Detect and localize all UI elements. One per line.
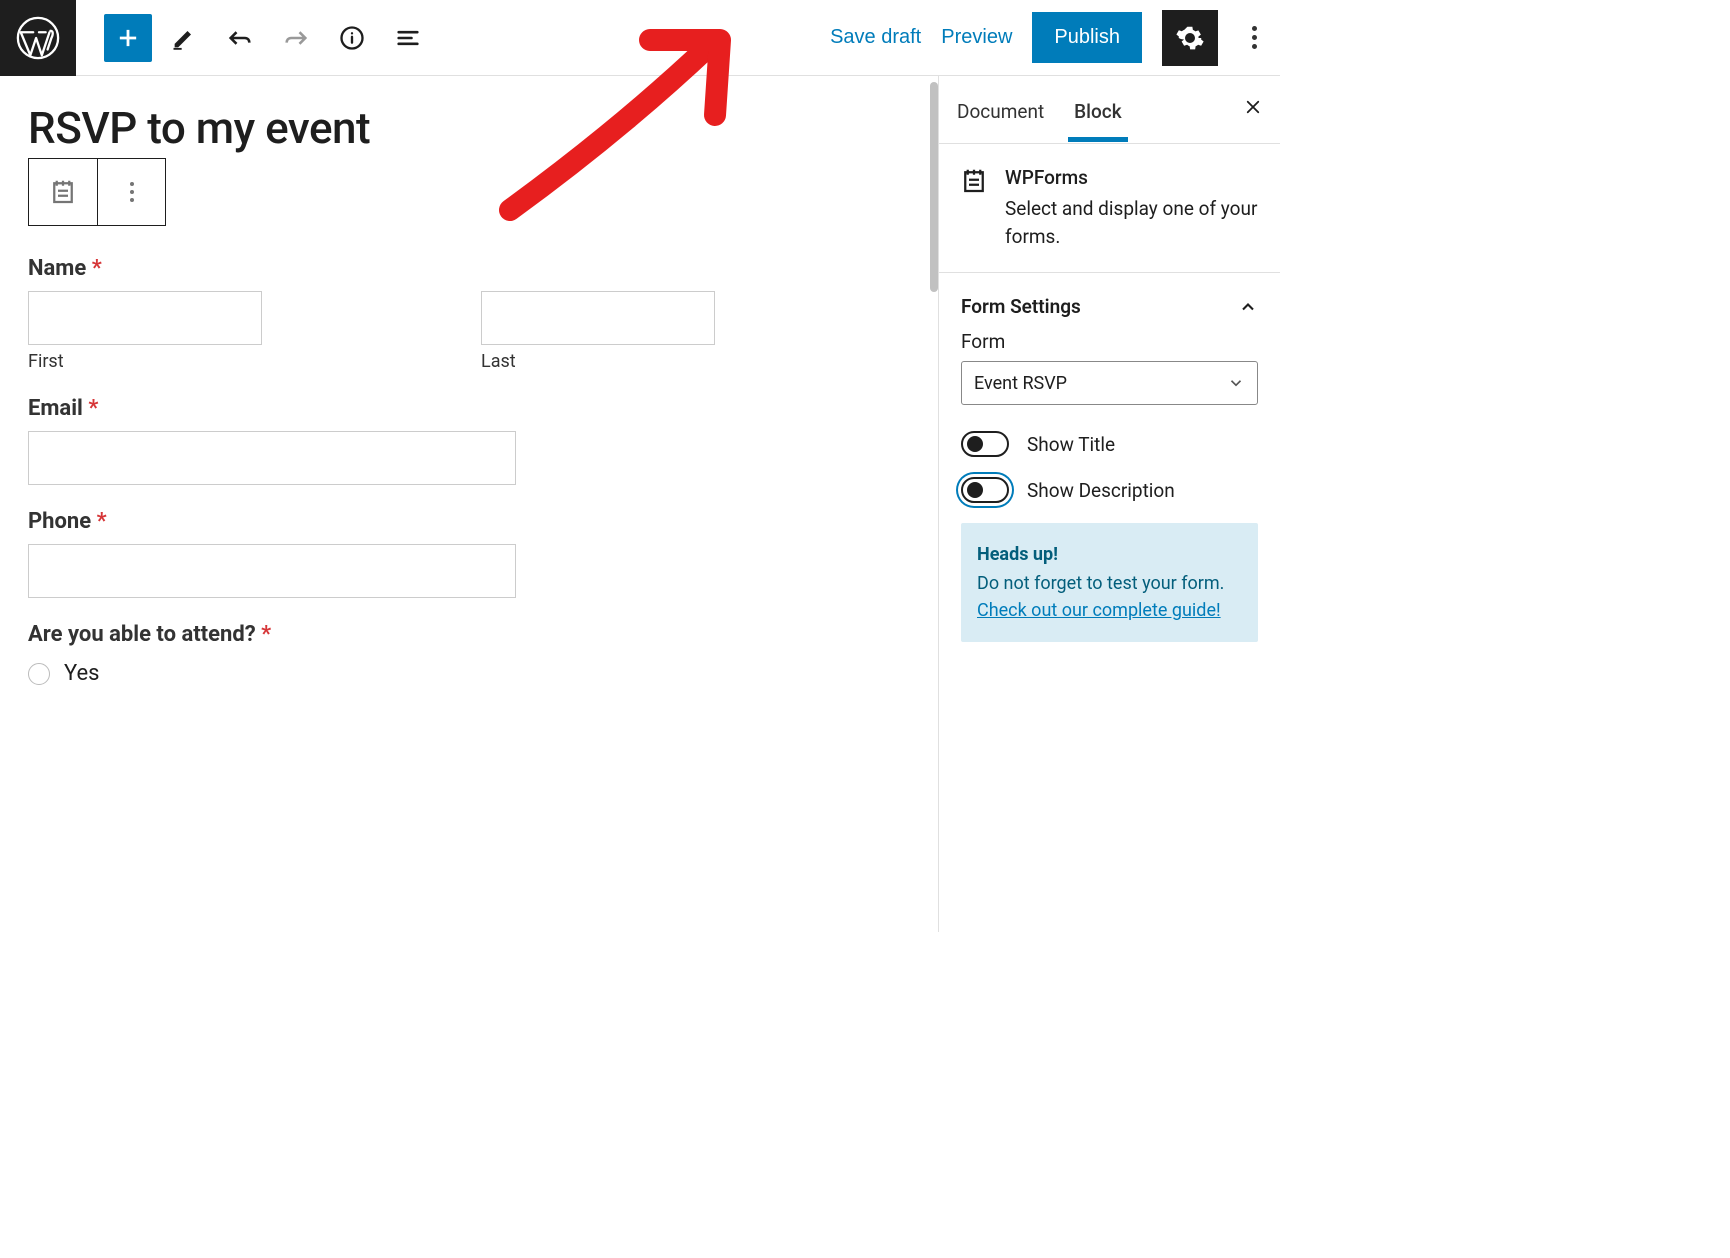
block-more-button[interactable] xyxy=(97,159,165,225)
toggle-show-description-row: Show Description xyxy=(961,477,1258,503)
block-description-text: Select and display one of your forms. xyxy=(1005,195,1258,250)
pencil-icon xyxy=(170,24,198,52)
panel-title: Form Settings xyxy=(961,295,1081,318)
required-marker: * xyxy=(261,622,271,647)
toggle-show-description[interactable] xyxy=(961,477,1009,503)
panel-form-settings-header[interactable]: Form Settings xyxy=(939,273,1280,328)
toggle-show-title[interactable] xyxy=(961,431,1009,457)
panel-form-settings-body: Form Event RSVP Show Title Show Descript… xyxy=(939,328,1280,662)
phone-input[interactable] xyxy=(28,544,516,598)
scrollbar-thumb[interactable] xyxy=(930,82,938,292)
chevron-down-icon xyxy=(1227,374,1245,392)
block-toolbar xyxy=(28,158,166,226)
notice-text: Do not forget to test your form. xyxy=(977,570,1242,597)
required-marker: * xyxy=(97,509,107,534)
redo-button[interactable] xyxy=(272,14,320,62)
outline-button[interactable] xyxy=(384,14,432,62)
info-icon xyxy=(338,24,366,52)
form-select-label: Form xyxy=(961,330,1258,353)
field-name: Name * First Last xyxy=(28,256,910,372)
radio-label: Yes xyxy=(64,661,100,686)
block-description: WPForms Select and display one of your f… xyxy=(939,144,1280,273)
first-name-sublabel: First xyxy=(28,351,457,372)
field-email: Email * xyxy=(28,396,910,485)
more-menu-button[interactable] xyxy=(1238,26,1270,49)
required-marker: * xyxy=(88,396,98,421)
undo-button[interactable] xyxy=(216,14,264,62)
radio-icon xyxy=(28,663,50,685)
required-marker: * xyxy=(92,256,102,281)
toolbar-left xyxy=(76,14,432,62)
list-view-icon xyxy=(394,24,422,52)
gear-icon xyxy=(1175,23,1205,53)
redo-icon xyxy=(282,24,310,52)
radio-option-yes[interactable]: Yes xyxy=(28,661,910,686)
kebab-icon xyxy=(130,182,134,202)
editor-canvas: RSVP to my event Name * First xyxy=(0,76,938,932)
wordpress-logo[interactable] xyxy=(0,0,76,76)
email-label: Email * xyxy=(28,396,910,421)
block-name: WPForms xyxy=(1005,166,1258,189)
phone-label: Phone * xyxy=(28,509,910,534)
field-phone: Phone * xyxy=(28,509,910,598)
editor-topbar: Save draft Preview Publish xyxy=(0,0,1280,76)
email-input[interactable] xyxy=(28,431,516,485)
page-title[interactable]: RSVP to my event xyxy=(28,102,910,154)
toggle-show-title-row: Show Title xyxy=(961,431,1258,457)
toggle-show-title-label: Show Title xyxy=(1027,433,1115,456)
toolbar-right: Save draft Preview Publish xyxy=(830,10,1280,66)
attend-label: Are you able to attend? * xyxy=(28,622,910,647)
editor-layout: RSVP to my event Name * First xyxy=(0,76,1280,932)
name-label: Name * xyxy=(28,256,910,281)
close-sidebar-button[interactable] xyxy=(1244,97,1262,122)
tab-document[interactable]: Document xyxy=(957,78,1044,141)
wpforms-icon xyxy=(959,166,989,250)
sidebar-tabs: Document Block xyxy=(939,76,1280,144)
first-name-input[interactable] xyxy=(28,291,262,345)
notice-title: Heads up! xyxy=(977,541,1242,568)
notice-heads-up: Heads up! Do not forget to test your for… xyxy=(961,523,1258,642)
tab-block[interactable]: Block xyxy=(1074,78,1121,141)
chevron-up-icon xyxy=(1238,297,1258,317)
settings-sidebar: Document Block WPForms Select and displa… xyxy=(938,76,1280,932)
preview-button[interactable]: Preview xyxy=(941,26,1012,49)
edit-mode-button[interactable] xyxy=(160,14,208,62)
form-icon xyxy=(48,177,78,207)
last-name-sublabel: Last xyxy=(481,351,910,372)
wordpress-icon xyxy=(15,15,61,61)
settings-button[interactable] xyxy=(1162,10,1218,66)
form-select-value: Event RSVP xyxy=(974,373,1067,394)
close-icon xyxy=(1244,98,1262,116)
plus-icon xyxy=(114,24,142,52)
publish-button[interactable]: Publish xyxy=(1032,12,1142,63)
block-type-button[interactable] xyxy=(29,159,97,225)
add-block-button[interactable] xyxy=(104,14,152,62)
undo-icon xyxy=(226,24,254,52)
save-draft-button[interactable]: Save draft xyxy=(830,26,921,49)
last-name-input[interactable] xyxy=(481,291,715,345)
info-button[interactable] xyxy=(328,14,376,62)
toggle-show-description-label: Show Description xyxy=(1027,479,1175,502)
notice-link[interactable]: Check out our complete guide! xyxy=(977,600,1221,621)
form-select[interactable]: Event RSVP xyxy=(961,361,1258,405)
field-attend: Are you able to attend? * Yes xyxy=(28,622,910,686)
